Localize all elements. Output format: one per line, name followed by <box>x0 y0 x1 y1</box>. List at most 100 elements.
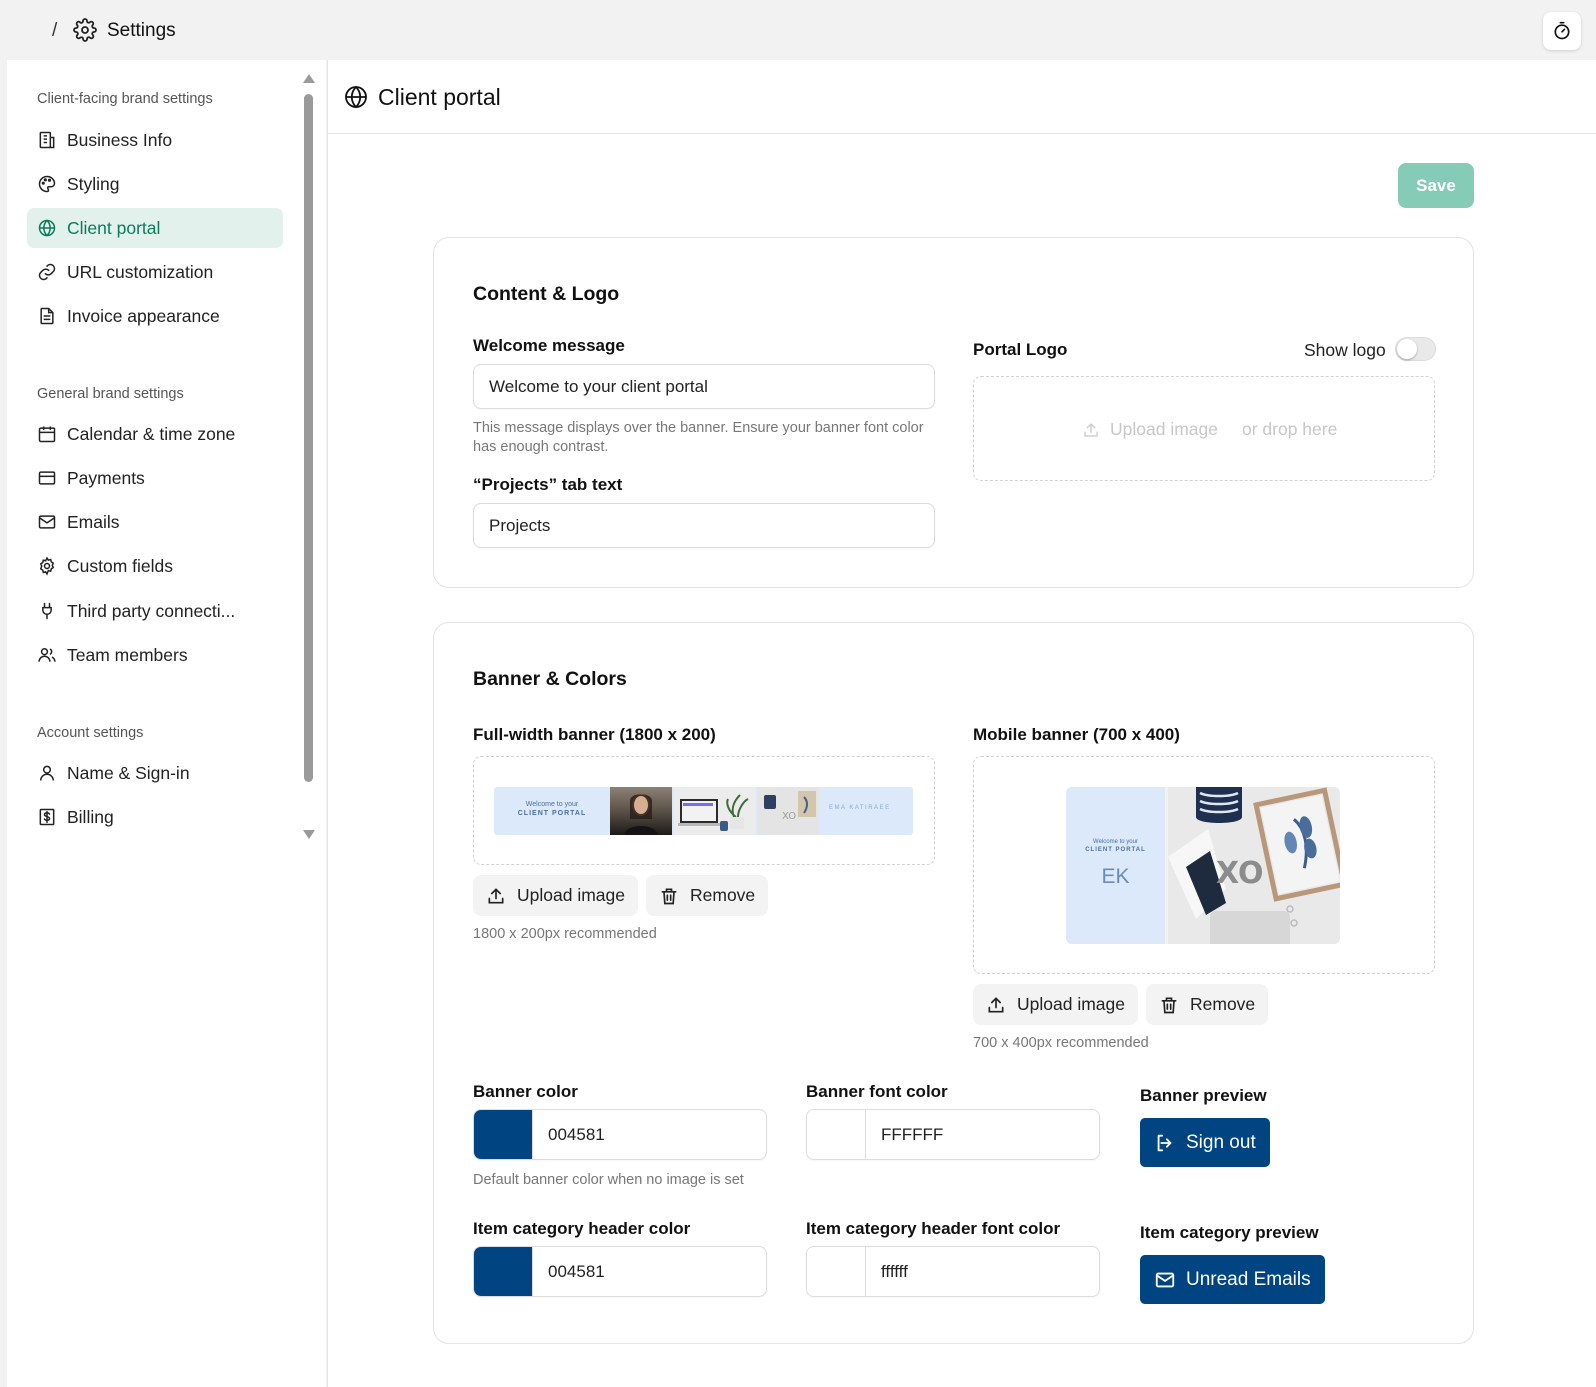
welcome-message-hint: This message displays over the banner. E… <box>473 419 943 457</box>
mobile-banner-monogram: EK <box>1101 865 1130 888</box>
sidebar-background <box>7 868 326 1387</box>
sidebar-scrollbar[interactable] <box>301 74 315 842</box>
sidebar-item-client-portal[interactable]: Client portal <box>27 208 283 248</box>
mail-icon <box>37 512 57 532</box>
sidebar-item-label: Emails <box>67 511 120 532</box>
mobile-banner-label: Mobile banner (700 x 400) <box>973 725 1180 744</box>
scroll-down-arrow-icon[interactable] <box>303 830 315 839</box>
drop-here-text: or drop here <box>1241 419 1338 439</box>
trash-icon <box>659 886 679 906</box>
building-icon <box>37 130 57 150</box>
sidebar-item-styling[interactable]: Styling <box>27 164 283 204</box>
sidebar-item-calendar[interactable]: Calendar & time zone <box>27 414 283 454</box>
banner-photo-portrait <box>610 787 672 835</box>
sign-out-icon <box>1154 1132 1176 1154</box>
toggle-knob <box>1397 339 1417 359</box>
link-icon <box>37 262 57 282</box>
full-banner-label: Full-width banner (1800 x 200) <box>473 725 716 744</box>
sidebar-item-third-party[interactable]: Third party connecti... <box>27 591 283 631</box>
banner-photo-flatlay: XO <box>758 787 819 835</box>
sidebar-item-business-info[interactable]: Business Info <box>27 120 283 160</box>
user-icon <box>37 763 57 783</box>
upload-icon <box>1082 421 1100 439</box>
welcome-hint-line-2: has enough contrast. <box>473 439 609 455</box>
sidebar-item-label: Custom fields <box>67 555 174 576</box>
group-label-general: General brand settings <box>37 386 184 402</box>
full-banner-upload-button[interactable]: Upload image <box>473 875 638 916</box>
welcome-hint-line-1: This message displays over the banner. E… <box>473 420 924 436</box>
item-header-color-swatch[interactable] <box>474 1247 533 1296</box>
sidebar-item-billing[interactable]: Billing <box>27 797 283 837</box>
banner-font-color-swatch[interactable] <box>807 1110 866 1159</box>
section-title-banner-colors: Banner & Colors <box>473 668 627 690</box>
banner-font-color-value[interactable]: FFFFFF <box>866 1125 943 1145</box>
sidebar-item-url-customization[interactable]: URL customization <box>27 252 283 292</box>
timer-button[interactable] <box>1543 12 1581 50</box>
mobile-banner-dropzone[interactable]: Welcome to your CLIENT PORTAL EK XO <box>973 756 1435 974</box>
mobile-banner-remove-button[interactable]: Remove <box>1146 984 1269 1025</box>
sidebar-item-name-signin[interactable]: Name & Sign-in <box>27 753 283 793</box>
sidebar-item-emails[interactable]: Emails <box>27 502 283 542</box>
item-header-font-color-input[interactable]: ffffff <box>806 1246 1100 1297</box>
item-header-font-color-value[interactable]: ffffff <box>866 1262 908 1282</box>
banner-color-hint: Default banner color when no image is se… <box>473 1172 744 1188</box>
upload-image-link[interactable]: Upload image <box>1110 419 1218 440</box>
banner-preview-label-text: Sign out <box>1186 1131 1256 1153</box>
projects-tab-input[interactable]: Projects <box>473 503 935 548</box>
sidebar-item-invoice-appearance[interactable]: Invoice appearance <box>27 296 283 336</box>
item-header-color-input[interactable]: 004581 <box>473 1246 767 1297</box>
gear-icon <box>73 18 97 42</box>
banner-color-swatch[interactable] <box>474 1110 533 1159</box>
item-header-color-value[interactable]: 004581 <box>533 1262 605 1282</box>
portal-logo-dropzone[interactable]: Upload image or drop here <box>973 376 1435 481</box>
calendar-icon <box>37 424 57 444</box>
full-banner-text-1: Welcome to your <box>525 801 579 808</box>
banner-font-color-input[interactable]: FFFFFF <box>806 1109 1100 1160</box>
upload-icon <box>986 995 1006 1015</box>
mobile-banner-text-1: Welcome to your <box>1093 839 1138 845</box>
sidebar-item-label: URL customization <box>67 261 214 282</box>
plug-icon <box>37 601 57 621</box>
sidebar-item-payments[interactable]: Payments <box>27 458 283 498</box>
breadcrumb-separator: / <box>52 20 58 41</box>
scrollbar-thumb[interactable] <box>304 94 313 782</box>
portal-logo-label: Portal Logo <box>973 340 1068 359</box>
show-logo-toggle[interactable] <box>1395 337 1436 361</box>
full-banner-dropzone[interactable]: Welcome to your CLIENT PORTAL XO EMA KAT… <box>473 756 935 865</box>
sidebar-item-label: Invoice appearance <box>67 305 220 326</box>
globe-icon <box>344 85 368 109</box>
banner-color-value[interactable]: 004581 <box>533 1125 605 1145</box>
main-content: Client portal Save Content & Logo Welcom… <box>327 60 1596 1387</box>
full-banner-thumbnail: Welcome to your CLIENT PORTAL XO EMA KAT… <box>494 787 913 835</box>
remove-button-label: Remove <box>690 885 756 905</box>
top-bar: / Settings <box>0 0 1596 60</box>
full-banner-remove-button[interactable]: Remove <box>646 875 769 916</box>
mobile-banner-hint: 700 x 400px recommended <box>973 1035 1149 1051</box>
sidebar-item-label: Payments <box>67 467 145 488</box>
banner-font-color-label: Banner font color <box>806 1082 948 1101</box>
upload-button-label: Upload image <box>1017 994 1125 1014</box>
mobile-banner-photo: XO <box>1168 787 1340 944</box>
banner-color-input[interactable]: 004581 <box>473 1109 767 1160</box>
sidebar-item-label: Calendar & time zone <box>67 423 236 444</box>
welcome-message-label: Welcome message <box>473 336 625 355</box>
full-banner-hint: 1800 x 200px recommended <box>473 926 657 942</box>
sidebar-item-label: Team members <box>67 644 188 665</box>
sidebar-item-custom-fields[interactable]: Custom fields <box>27 546 283 586</box>
trash-icon <box>1159 995 1179 1015</box>
banner-colors-card: Banner & Colors Full-width banner (1800 … <box>433 622 1474 1344</box>
sidebar-item-team-members[interactable]: Team members <box>27 635 283 675</box>
mobile-banner-upload-button[interactable]: Upload image <box>973 984 1138 1025</box>
sidebar-item-label: Name & Sign-in <box>67 762 190 783</box>
item-header-color-label: Item category header color <box>473 1219 691 1238</box>
scroll-up-arrow-icon[interactable] <box>303 74 315 83</box>
sidebar-item-label: Business Info <box>67 129 173 150</box>
item-header-font-color-swatch[interactable] <box>807 1247 866 1296</box>
globe-icon <box>37 218 57 238</box>
palette-icon <box>37 174 57 194</box>
save-button[interactable]: Save <box>1398 163 1474 208</box>
sidebar-item-label: Third party connecti... <box>67 600 236 621</box>
welcome-message-input[interactable]: Welcome to your client portal <box>473 364 935 409</box>
full-banner-caption: Welcome to your CLIENT PORTAL <box>502 800 602 818</box>
breadcrumb-settings[interactable]: Settings <box>107 20 176 42</box>
